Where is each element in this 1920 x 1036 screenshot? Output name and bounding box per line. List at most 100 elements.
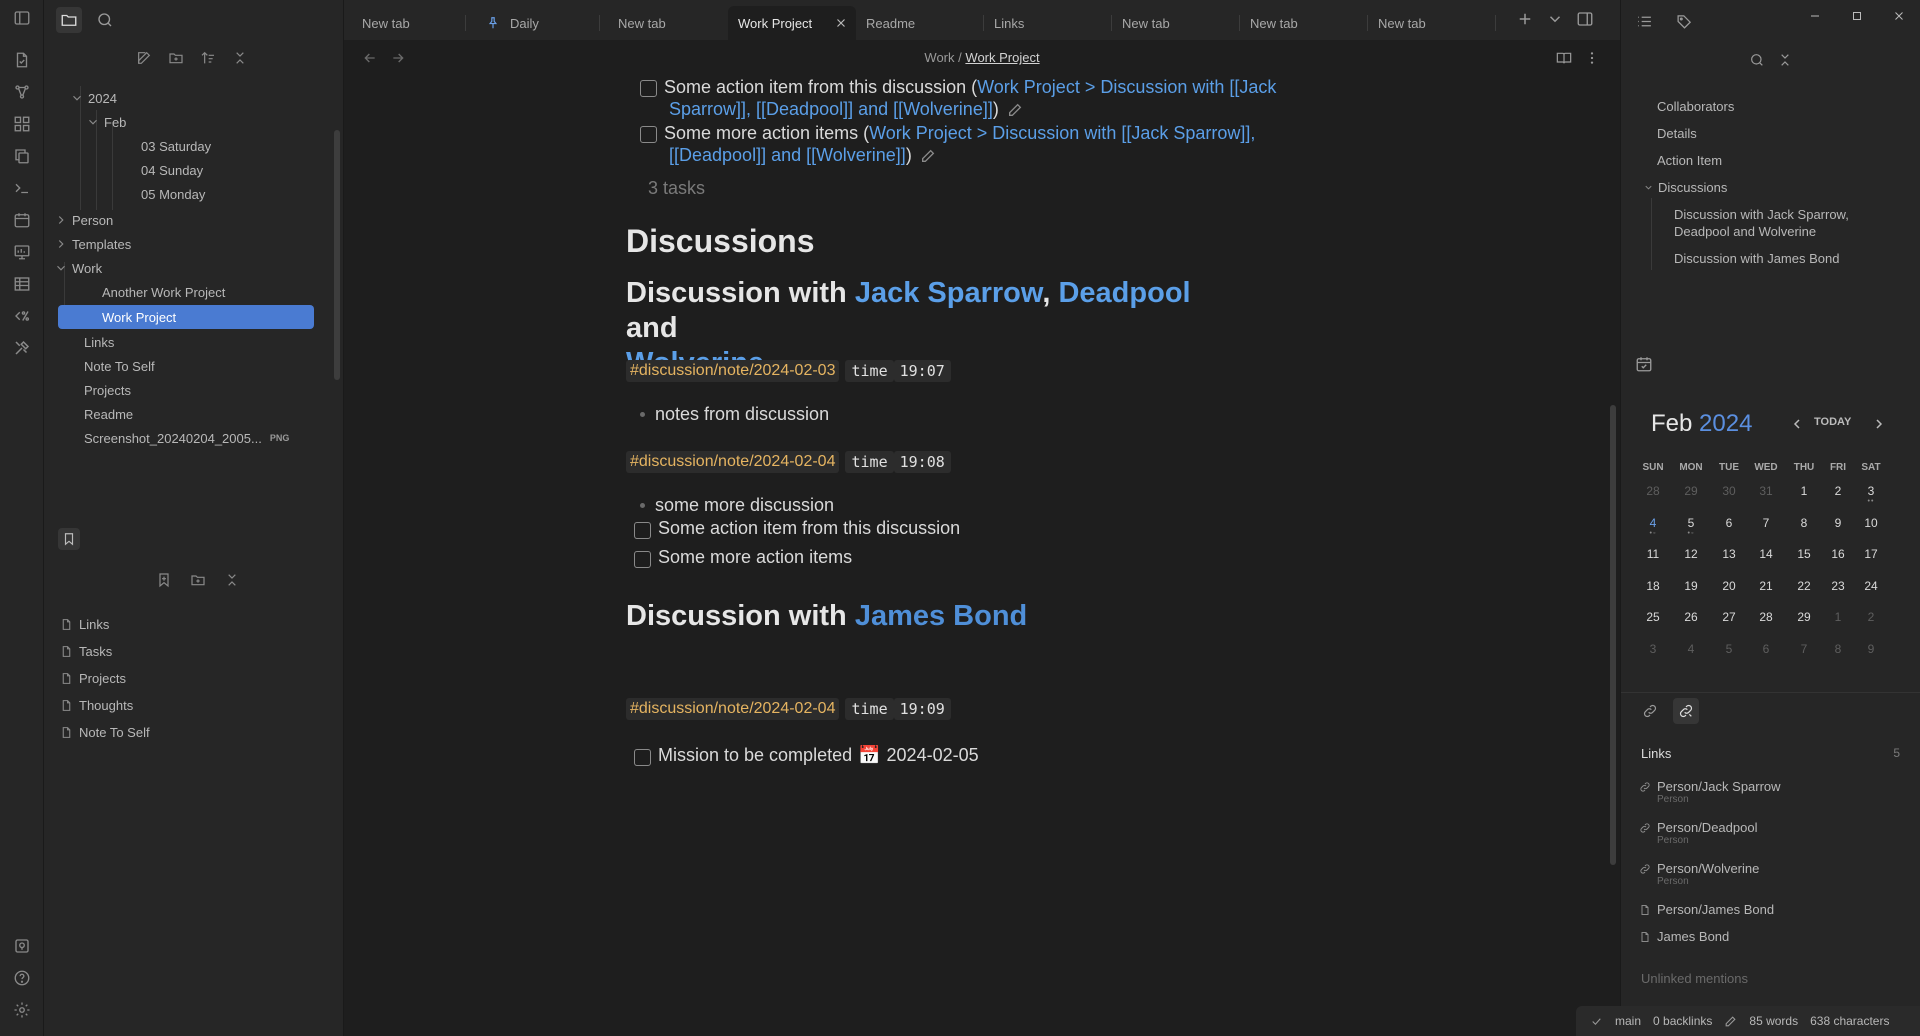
calendar-day[interactable]: 6 bbox=[1711, 516, 1747, 530]
link-item[interactable]: Person/Wolverine Person bbox=[1639, 861, 1759, 887]
calendar-day[interactable]: 9 bbox=[1820, 516, 1856, 530]
calendar-day[interactable]: 27 bbox=[1711, 610, 1747, 624]
calendar-day[interactable]: 5 bbox=[1711, 642, 1747, 656]
add-bookmark-icon[interactable] bbox=[154, 570, 174, 590]
task-backlink[interactable]: Work Project > Discussion with [[Jack bbox=[977, 77, 1276, 97]
outline-item[interactable]: Discussion with Jack Sparrow, Deadpool a… bbox=[1674, 206, 1874, 240]
calendar-day[interactable]: 14 bbox=[1748, 547, 1784, 561]
tab-new-tab[interactable]: New tab bbox=[1240, 6, 1368, 40]
minimize-icon[interactable] bbox=[1809, 10, 1821, 22]
bookmark-icon[interactable] bbox=[58, 528, 80, 550]
collapse-all-icon[interactable] bbox=[222, 570, 242, 590]
link-item[interactable]: James Bond bbox=[1639, 929, 1729, 944]
link-item[interactable]: Person/James Bond bbox=[1639, 902, 1774, 917]
breadcrumb-current[interactable]: Work Project bbox=[965, 50, 1039, 65]
new-group-icon[interactable] bbox=[188, 570, 208, 590]
calendar-day[interactable]: 16 bbox=[1820, 547, 1856, 561]
unlinked-mentions[interactable]: Unlinked mentions bbox=[1641, 971, 1748, 986]
collapse-outline-icon[interactable] bbox=[1777, 52, 1793, 68]
tree-file-05-monday[interactable]: 05 Monday bbox=[141, 182, 205, 206]
task-backlink[interactable]: [[Deadpool]] and [[Wolverine]] bbox=[669, 145, 906, 165]
collapse-all-icon[interactable] bbox=[230, 48, 250, 68]
link-item[interactable]: Person/Deadpool Person bbox=[1639, 820, 1757, 846]
tree-folder-feb[interactable]: Feb bbox=[86, 110, 126, 134]
bookmark-item[interactable]: Projects bbox=[60, 667, 126, 689]
maximize-icon[interactable] bbox=[1851, 10, 1863, 22]
copy-icon[interactable] bbox=[10, 144, 34, 168]
calendar-day[interactable]: 11 bbox=[1635, 547, 1671, 561]
outline-search-icon[interactable] bbox=[1749, 52, 1765, 68]
calendar-day[interactable]: 23 bbox=[1820, 579, 1856, 593]
tree-file-note-to-self[interactable]: Note To Self bbox=[84, 354, 155, 378]
bookmark-item[interactable]: Tasks bbox=[60, 640, 112, 662]
vault-icon[interactable] bbox=[10, 934, 34, 958]
calendar-day[interactable]: 21 bbox=[1748, 579, 1784, 593]
outgoing-links-icon[interactable] bbox=[1637, 698, 1663, 724]
tab-new-tab[interactable]: New tab bbox=[1112, 6, 1240, 40]
tree-file-04-sunday[interactable]: 04 Sunday bbox=[141, 158, 203, 182]
tree-file-screenshot[interactable]: Screenshot_20240204_2005... PNG bbox=[84, 426, 289, 450]
calendar-day[interactable]: 13 bbox=[1711, 547, 1747, 561]
help-icon[interactable] bbox=[10, 966, 34, 990]
folder-icon[interactable] bbox=[56, 7, 82, 33]
tab-new-tab[interactable]: New tab bbox=[1368, 6, 1496, 40]
tab-list-chevron-down-icon[interactable] bbox=[1546, 10, 1564, 28]
calendar-day[interactable]: 28 bbox=[1635, 484, 1671, 498]
toggle-sidebar-icon[interactable] bbox=[10, 6, 34, 30]
outline-item[interactable]: Details bbox=[1657, 125, 1697, 142]
next-month-icon[interactable] bbox=[1871, 416, 1887, 432]
dashboard-icon[interactable] bbox=[10, 240, 34, 264]
table-icon[interactable] bbox=[10, 272, 34, 296]
more-options-icon[interactable] bbox=[1584, 50, 1600, 66]
editor-scrollbar[interactable] bbox=[1610, 405, 1616, 865]
percent-icon[interactable] bbox=[10, 304, 34, 328]
calendar-day[interactable]: 17 bbox=[1853, 547, 1889, 561]
tab-links[interactable]: Links bbox=[984, 6, 1112, 40]
task-backlink[interactable]: Sparrow]], [[Deadpool]] and [[Wolverine]… bbox=[669, 99, 993, 119]
tree-folder-work[interactable]: Work bbox=[54, 256, 102, 280]
tools-icon[interactable] bbox=[10, 336, 34, 360]
tag[interactable]: #discussion/note/2024-02-04 bbox=[626, 451, 840, 473]
new-note-icon[interactable] bbox=[134, 48, 154, 68]
search-icon[interactable] bbox=[92, 7, 118, 33]
calendar-day[interactable]: 29 bbox=[1786, 610, 1822, 624]
today-button[interactable]: TODAY bbox=[1814, 416, 1851, 428]
close-tab-icon[interactable] bbox=[834, 16, 848, 30]
calendar-day[interactable]: 25 bbox=[1635, 610, 1671, 624]
calendar-day[interactable]: 2 bbox=[1853, 610, 1889, 624]
calendar-day[interactable]: 20 bbox=[1711, 579, 1747, 593]
canvas-icon[interactable] bbox=[10, 112, 34, 136]
calendar-day[interactable]: 9 bbox=[1853, 642, 1889, 656]
tags-icon[interactable] bbox=[1671, 8, 1697, 34]
wikilink[interactable]: Jack Sparrow bbox=[855, 277, 1043, 309]
calendar-day[interactable]: 1 bbox=[1786, 484, 1822, 498]
calendar-day[interactable]: 18 bbox=[1635, 579, 1671, 593]
edit-pencil-icon[interactable] bbox=[1007, 102, 1023, 118]
wikilink[interactable]: James Bond bbox=[855, 600, 1027, 632]
calendar-day[interactable]: 12 bbox=[1673, 547, 1709, 561]
tree-folder-templates[interactable]: Templates bbox=[54, 232, 131, 256]
wikilink[interactable]: Deadpool bbox=[1058, 277, 1190, 309]
calendar-day[interactable]: 4 bbox=[1635, 516, 1671, 530]
task-checkbox[interactable] bbox=[640, 126, 657, 143]
tab-daily[interactable]: Daily bbox=[472, 6, 600, 40]
task-backlink[interactable]: Work Project > Discussion with [[Jack Sp… bbox=[869, 123, 1255, 143]
bookmark-item[interactable]: Links bbox=[60, 613, 109, 635]
tree-file-work-project[interactable]: Work Project bbox=[58, 305, 314, 329]
new-folder-icon[interactable] bbox=[166, 48, 186, 68]
task-checkbox[interactable] bbox=[634, 522, 651, 539]
settings-icon[interactable] bbox=[10, 998, 34, 1022]
task-checkbox[interactable] bbox=[640, 80, 657, 97]
calendar-day[interactable]: 1 bbox=[1820, 610, 1856, 624]
files-icon[interactable] bbox=[10, 48, 34, 72]
calendar-day[interactable]: 7 bbox=[1748, 516, 1784, 530]
graph-icon[interactable] bbox=[10, 80, 34, 104]
tab-new-tab[interactable]: New tab bbox=[600, 6, 728, 40]
calendar-panel-icon[interactable] bbox=[1635, 355, 1653, 373]
pencil-icon[interactable] bbox=[1724, 1015, 1737, 1028]
reading-view-icon[interactable] bbox=[1556, 50, 1572, 66]
calendar-day[interactable]: 31 bbox=[1748, 484, 1784, 498]
calendar-day[interactable]: 10 bbox=[1853, 516, 1889, 530]
calendar-day[interactable]: 22 bbox=[1786, 579, 1822, 593]
calendar-day[interactable]: 3 bbox=[1635, 642, 1671, 656]
